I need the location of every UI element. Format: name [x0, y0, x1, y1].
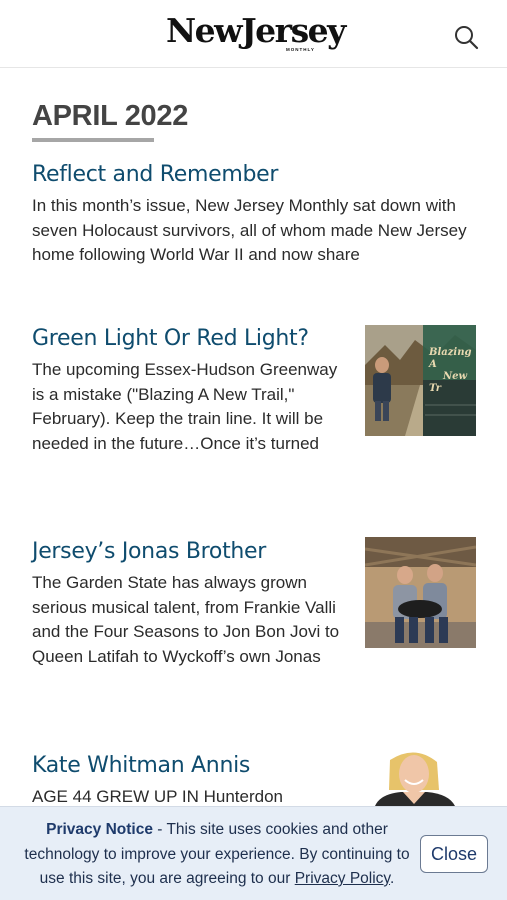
privacy-notice-end: . [390, 870, 395, 887]
page-title: APRIL 2022 [32, 100, 189, 132]
article-excerpt: In this month’s issue, New Jersey Monthl… [32, 196, 467, 265]
article-title-link[interactable]: Kate Whitman Annis [32, 751, 352, 781]
privacy-notice-banner: Privacy Notice - This site uses cookies … [0, 806, 507, 900]
article-thumbnail-greenway[interactable]: Blazing A New Tr [365, 325, 476, 436]
article-excerpt: The Garden State has always grown seriou… [32, 573, 340, 666]
article-item: Reflect and Remember In this month’s iss… [32, 160, 477, 268]
article-title-link[interactable]: Reflect and Remember [32, 160, 477, 190]
article-thumbnail-annis[interactable] [365, 750, 476, 806]
site-logo-subtext: MONTHLY [286, 47, 315, 52]
thumbnail-caption: New Tr [429, 371, 468, 394]
article-item: Green Light Or Red Light? The upcoming E… [32, 324, 352, 456]
privacy-notice-heading: Privacy Notice [46, 821, 153, 838]
article-thumbnail-jonas[interactable] [365, 537, 476, 648]
site-header: NewJersey MONTHLY [0, 0, 507, 68]
thumbnail-caption: Blazing A [429, 347, 472, 370]
article-item: Kate Whitman Annis AGE 44 GREW UP IN Hun… [32, 751, 352, 810]
privacy-notice-text: Privacy Notice - This site uses cookies … [22, 818, 412, 892]
privacy-policy-link[interactable]: Privacy Policy [295, 870, 390, 887]
article-excerpt: The upcoming Essex-Hudson Greenway is a … [32, 360, 338, 453]
site-logo[interactable]: NewJersey [166, 12, 346, 50]
article-title-link[interactable]: Jersey’s Jonas Brother [32, 537, 352, 567]
title-underline [32, 138, 154, 142]
article-item: Jersey’s Jonas Brother The Garden State … [32, 537, 352, 669]
close-button[interactable]: Close [420, 835, 488, 873]
search-icon[interactable] [453, 24, 479, 50]
article-title-link[interactable]: Green Light Or Red Light? [32, 324, 352, 354]
